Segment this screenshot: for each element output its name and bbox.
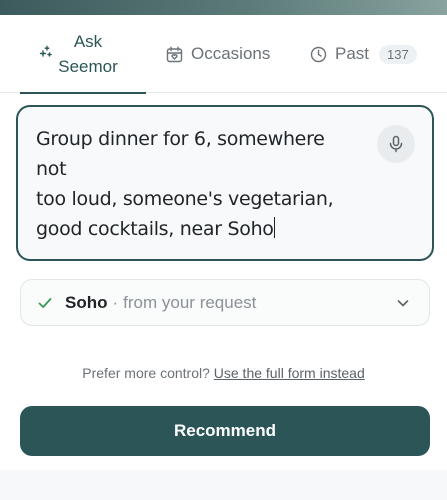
clock-icon bbox=[310, 46, 327, 63]
tab-occasions[interactable]: Occasions bbox=[166, 15, 270, 93]
location-name: Soho bbox=[65, 292, 108, 312]
tab-ask-label-line1: Ask bbox=[73, 32, 103, 51]
request-line-3: good cocktails, near Soho bbox=[36, 214, 356, 244]
microphone-icon bbox=[387, 135, 405, 153]
active-tab-indicator bbox=[20, 92, 146, 94]
request-line-1: Group dinner for 6, somewhere not bbox=[36, 128, 325, 180]
tab-occasions-label: Occasions bbox=[191, 44, 271, 63]
location-selector[interactable]: Soho · from your request bbox=[20, 279, 430, 326]
text-caret bbox=[273, 217, 275, 238]
chevron-down-icon bbox=[395, 295, 411, 311]
voice-input-button[interactable] bbox=[377, 125, 415, 163]
header-strip bbox=[0, 0, 447, 15]
past-count-badge: 137 bbox=[379, 44, 417, 64]
calendar-heart-icon bbox=[166, 46, 183, 63]
location-source: from your request bbox=[123, 292, 257, 312]
full-form-link[interactable]: Use the full form instead bbox=[214, 365, 365, 381]
full-form-prompt-text: Prefer more control? bbox=[82, 365, 210, 381]
tab-ask-seemor[interactable]: Ask Seemor bbox=[20, 15, 146, 94]
tab-past[interactable]: Past 137 bbox=[310, 15, 417, 93]
request-textarea[interactable]: Group dinner for 6, somewhere not too lo… bbox=[16, 105, 434, 261]
request-line-3-text: good cocktails, near Soho bbox=[36, 218, 274, 240]
main-panel: Ask Seemor Occasions Past 137 Group dinn… bbox=[0, 15, 447, 470]
tab-past-label: Past bbox=[335, 44, 370, 63]
check-icon bbox=[37, 295, 53, 311]
request-text: Group dinner for 6, somewhere not too lo… bbox=[36, 124, 356, 244]
sparkle-icon bbox=[39, 44, 53, 64]
tab-ask-label-line2: Seemor bbox=[58, 57, 118, 76]
location-separator: · bbox=[112, 292, 119, 312]
tab-bar: Ask Seemor Occasions Past 137 bbox=[0, 15, 447, 94]
recommend-button[interactable]: Recommend bbox=[20, 406, 430, 456]
full-form-prompt: Prefer more control? Use the full form i… bbox=[0, 365, 447, 381]
request-line-2: too loud, someone's vegetarian, bbox=[36, 188, 334, 210]
